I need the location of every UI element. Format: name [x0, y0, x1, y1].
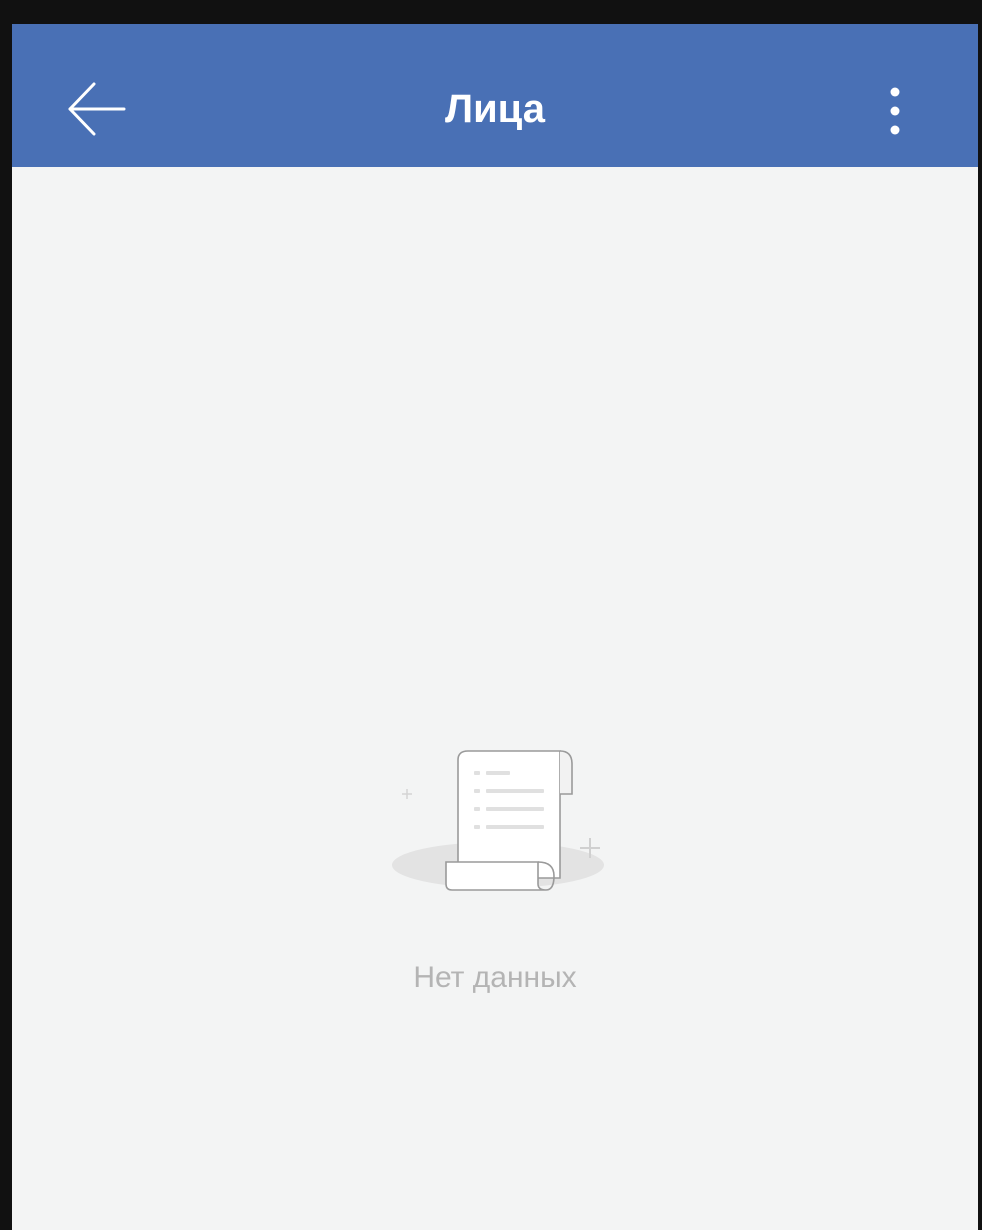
empty-state-message: Нет данных [413, 961, 577, 994]
app-bar: Лица [12, 24, 978, 167]
app-screen: Лица Нет данных [0, 0, 982, 1230]
document-scroll-icon [392, 750, 604, 891]
more-options-button[interactable] [880, 84, 910, 138]
empty-state: Нет данных [12, 724, 978, 1024]
more-vertical-icon [890, 87, 900, 135]
page-title: Лица [445, 87, 545, 131]
